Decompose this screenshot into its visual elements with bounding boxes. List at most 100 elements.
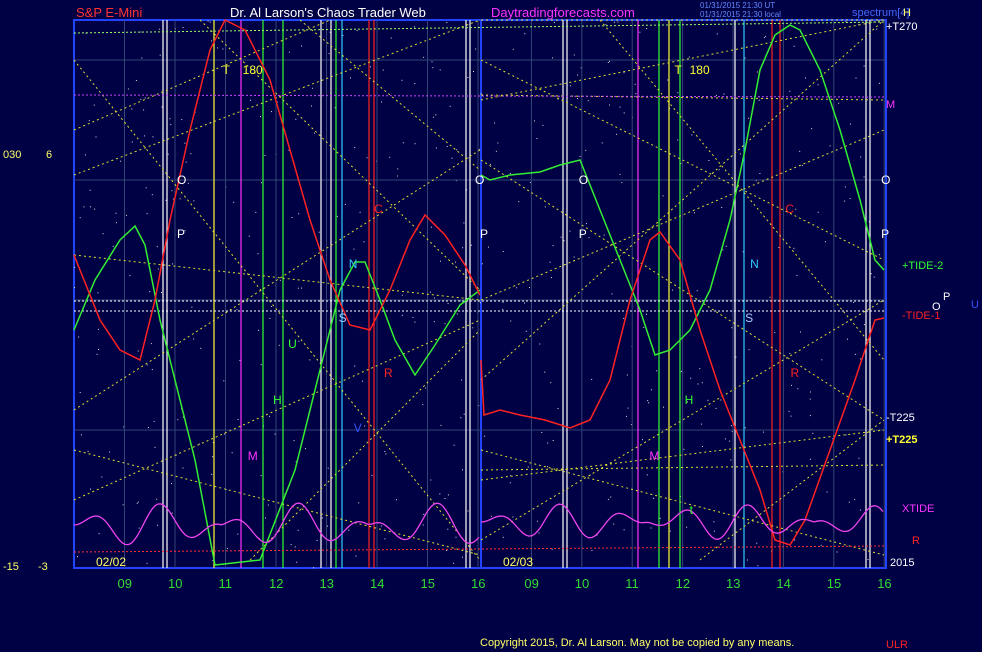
x-tick-label: 15 (421, 576, 435, 591)
star-dot (182, 467, 184, 469)
site-link[interactable]: Daytradingforecasts.com (491, 6, 635, 20)
star-dot (713, 530, 715, 532)
star-dot (255, 211, 257, 213)
star-dot (718, 169, 720, 171)
star-dot (156, 246, 158, 248)
star-dot (800, 331, 801, 333)
star-dot (512, 516, 514, 518)
star-dot (222, 48, 224, 50)
star-dot (348, 529, 350, 531)
star-dot (380, 525, 382, 527)
star-dot (758, 99, 760, 101)
star-dot (97, 328, 99, 330)
star-dot (354, 365, 356, 367)
star-dot (446, 146, 448, 147)
star-dot (860, 509, 862, 511)
star-dot (707, 399, 709, 401)
star-dot (619, 106, 621, 108)
star-dot (211, 473, 213, 475)
star-dot (829, 145, 831, 147)
star-dot (701, 382, 703, 384)
event-marker-label: C (785, 202, 794, 216)
spectrum-label: spectrum[4] (852, 7, 910, 19)
star-dot (151, 369, 153, 370)
right-label-p: P (943, 291, 951, 303)
star-dot (146, 213, 148, 215)
event-marker-label: P (177, 227, 185, 241)
star-dot (725, 245, 727, 247)
star-dot (444, 498, 446, 499)
star-dot (821, 359, 823, 361)
star-dot (502, 251, 504, 252)
star-dot (849, 198, 851, 200)
star-dot (650, 389, 652, 391)
star-dot (853, 301, 855, 303)
star-dot (577, 98, 578, 100)
star-dot (93, 104, 95, 106)
star-dot (551, 277, 552, 279)
star-dot (429, 291, 431, 293)
star-dot (510, 320, 512, 322)
event-marker-label: S (745, 311, 753, 325)
star-dot (298, 213, 300, 215)
star-dot (149, 291, 151, 293)
star-dot (131, 141, 133, 143)
star-dot (609, 104, 610, 106)
star-dot (613, 523, 615, 525)
star-dot (137, 501, 139, 503)
star-dot (467, 77, 469, 78)
x-tick-label: 09 (524, 576, 538, 591)
right-label-tide1: -TIDE-1 (902, 310, 941, 322)
star-dot (484, 435, 486, 437)
star-dot (713, 521, 715, 523)
star-dot (288, 51, 290, 53)
x-tick-label: 09 (118, 576, 132, 591)
star-dot (336, 215, 338, 217)
event-marker-label: O (881, 173, 890, 187)
star-dot (207, 20, 209, 22)
star-dot (239, 359, 241, 361)
star-dot (817, 84, 819, 86)
star-dot (83, 206, 85, 208)
star-dot (587, 100, 589, 102)
star-dot (296, 561, 298, 563)
star-dot (435, 114, 437, 116)
star-dot (433, 297, 435, 299)
star-dot (363, 241, 365, 243)
star-dot (524, 33, 526, 35)
star-dot (327, 467, 329, 469)
star-dot (462, 556, 463, 558)
star-dot (809, 458, 811, 460)
star-dot (144, 97, 146, 99)
star-dot (534, 120, 535, 122)
star-dot (844, 186, 846, 188)
star-dot (481, 263, 483, 265)
star-dot (101, 476, 103, 478)
star-dot (610, 496, 612, 498)
timestamp-local: 01/31/2015 21:30 local (700, 10, 781, 19)
star-dot (89, 189, 91, 191)
star-dot (385, 453, 387, 455)
star-dot (358, 502, 360, 504)
star-dot (653, 497, 655, 499)
star-dot (847, 338, 848, 340)
right-label-t225-minus: -T225 (886, 412, 915, 424)
star-dot (223, 380, 225, 382)
star-dot (573, 256, 575, 258)
star-dot (260, 116, 261, 118)
star-dot (518, 201, 520, 203)
star-dot (193, 338, 195, 340)
star-dot (439, 69, 441, 71)
star-dot (553, 21, 555, 23)
star-dot (423, 56, 425, 58)
star-dot (177, 419, 179, 421)
star-dot (271, 111, 272, 113)
left-axis-bottom-a: -15 (3, 561, 19, 573)
site-title: Dr. Al Larson's Chaos Trader Web (230, 5, 426, 20)
star-dot (353, 248, 355, 250)
star-dot (143, 135, 145, 137)
star-dot (462, 469, 463, 471)
star-dot (157, 524, 159, 526)
star-dot (328, 53, 330, 55)
star-dot (648, 402, 650, 404)
